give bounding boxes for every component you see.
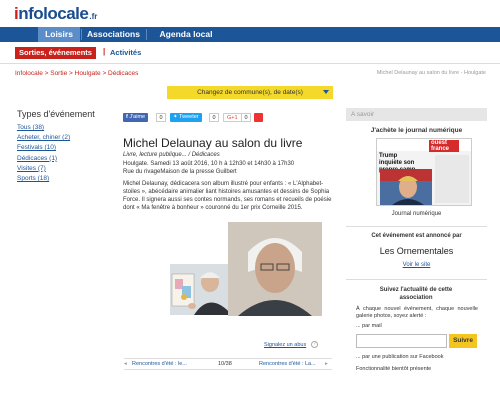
pager-prev-link[interactable]: Rencontres d'été : le... bbox=[132, 361, 187, 367]
journal-title: J'achète le journal numérique bbox=[370, 127, 463, 134]
email-input[interactable] bbox=[356, 334, 447, 348]
change-location-date-button[interactable]: Changez de commune(s), de date(s) bbox=[167, 86, 333, 99]
facebook-like-button[interactable]: f J'aime bbox=[123, 113, 149, 122]
divider bbox=[346, 226, 487, 227]
event-type-tous[interactable]: Tous (38) bbox=[17, 123, 70, 133]
tab-associations[interactable]: Associations bbox=[82, 27, 145, 42]
feature-coming-soon: Fonctionnalité bientôt présente bbox=[356, 366, 432, 372]
google-plus-button[interactable]: G+1 bbox=[223, 113, 242, 122]
chevron-down-icon bbox=[323, 90, 329, 94]
article-meta: Houlgate. Samedi 13 août 2016, 10 h à 12… bbox=[123, 160, 333, 176]
chevron-left-icon[interactable]: ◂ bbox=[124, 361, 127, 367]
event-type-sports[interactable]: Sports (18) bbox=[17, 174, 70, 184]
event-type-dedicaces[interactable]: Dédicaces (1) bbox=[17, 154, 70, 164]
newspaper-column bbox=[435, 155, 469, 203]
article-tags: Livre, lecture publique... / Dédicaces bbox=[123, 152, 220, 158]
event-types-title: Types d'événement bbox=[17, 109, 95, 119]
photo-portrait[interactable] bbox=[228, 222, 322, 316]
event-types-list: Tous (38) Acheter, chiner (2) Festivals … bbox=[17, 123, 70, 184]
breadcrumb-current: Michel Delaunay au salon du livre - Houl… bbox=[376, 70, 486, 76]
newspaper-masthead: ouest france bbox=[429, 140, 459, 152]
divider bbox=[346, 279, 487, 280]
tab-loisirs[interactable]: Loisirs bbox=[38, 27, 80, 42]
follow-description: À chaque nouvel événement, chaque nouvel… bbox=[356, 306, 478, 319]
announced-by-title: Cet événement est annoncé par bbox=[371, 233, 462, 239]
like-count: 0 bbox=[156, 113, 166, 122]
photo-book-signing[interactable] bbox=[170, 264, 232, 315]
event-type-visites[interactable]: Visites (7) bbox=[17, 164, 70, 174]
mail-label: ... par mail bbox=[356, 323, 382, 329]
event-pager: ◂ Rencontres d'été : le... 10/38 Rencont… bbox=[124, 358, 332, 370]
tweet-button[interactable]: ✦ Tweeter bbox=[170, 113, 202, 122]
event-type-acheter-chiner[interactable]: Acheter, chiner (2) bbox=[17, 133, 70, 143]
article-body: Michel Delaunay, dédicacera son album il… bbox=[123, 181, 332, 211]
facebook-follow-label: ... par une publication sur Facebook bbox=[356, 354, 444, 360]
like-label: J'aime bbox=[129, 114, 146, 120]
logo-suffix: .fr bbox=[89, 12, 98, 21]
site-logo[interactable]: i nfolocale .fr bbox=[14, 4, 97, 24]
nav-divider bbox=[146, 29, 147, 40]
a-savoir-header: A savoir bbox=[346, 108, 487, 121]
main-nav: Loisirs Associations Agenda local bbox=[0, 27, 500, 42]
subnav-separator: | bbox=[103, 47, 106, 56]
sub-nav: Sorties, événements | Activités bbox=[0, 42, 500, 64]
follow-title: Suivez l'actualité de cette association bbox=[379, 287, 453, 301]
article-location: Rue du rivageMaison de la presse Guilber… bbox=[123, 169, 237, 175]
report-abuse-link[interactable]: Signalez un abus bbox=[264, 342, 306, 348]
change-bar-label: Changez de commune(s), de date(s) bbox=[197, 89, 303, 96]
chevron-right-icon[interactable]: ▸ bbox=[325, 361, 328, 367]
photo-portrait-image bbox=[228, 222, 322, 316]
tweet-label: Tweeter bbox=[179, 114, 199, 120]
gplus-count: 0 bbox=[241, 113, 251, 122]
logo-text: nfolocale bbox=[18, 4, 89, 23]
subnav-sorties-evenements[interactable]: Sorties, événements bbox=[15, 47, 96, 59]
association-name[interactable]: Les Ornementales bbox=[346, 246, 487, 256]
page-title: Michel Delaunay au salon du livre bbox=[123, 136, 303, 150]
follow-button[interactable]: Suivre bbox=[449, 334, 477, 348]
breadcrumb[interactable]: Infolocale > Sortie > Houlgate > Dédicac… bbox=[15, 70, 138, 77]
journal-numerique-image[interactable]: ouest france Trump inquiète son propre c… bbox=[376, 138, 472, 206]
subnav-activites[interactable]: Activités bbox=[110, 47, 141, 59]
photo-book-signing-image bbox=[170, 264, 232, 315]
email-share-icon[interactable] bbox=[254, 113, 263, 122]
pager-next-link[interactable]: Rencontres d'été : La... bbox=[259, 361, 316, 367]
tab-agenda-local[interactable]: Agenda local bbox=[148, 27, 224, 42]
newspaper-photo bbox=[380, 169, 432, 205]
event-type-festivals[interactable]: Festivals (10) bbox=[17, 143, 70, 153]
association-site-link[interactable]: Voir le site bbox=[346, 262, 487, 268]
article-date: Houlgate. Samedi 13 août 2016, 10 h à 12… bbox=[123, 161, 295, 167]
tweet-count: 0 bbox=[209, 113, 219, 122]
pager-position: 10/38 bbox=[218, 361, 232, 367]
question-icon[interactable]: ? bbox=[311, 341, 318, 348]
journal-numerique-label[interactable]: Journal numérique bbox=[346, 211, 487, 217]
